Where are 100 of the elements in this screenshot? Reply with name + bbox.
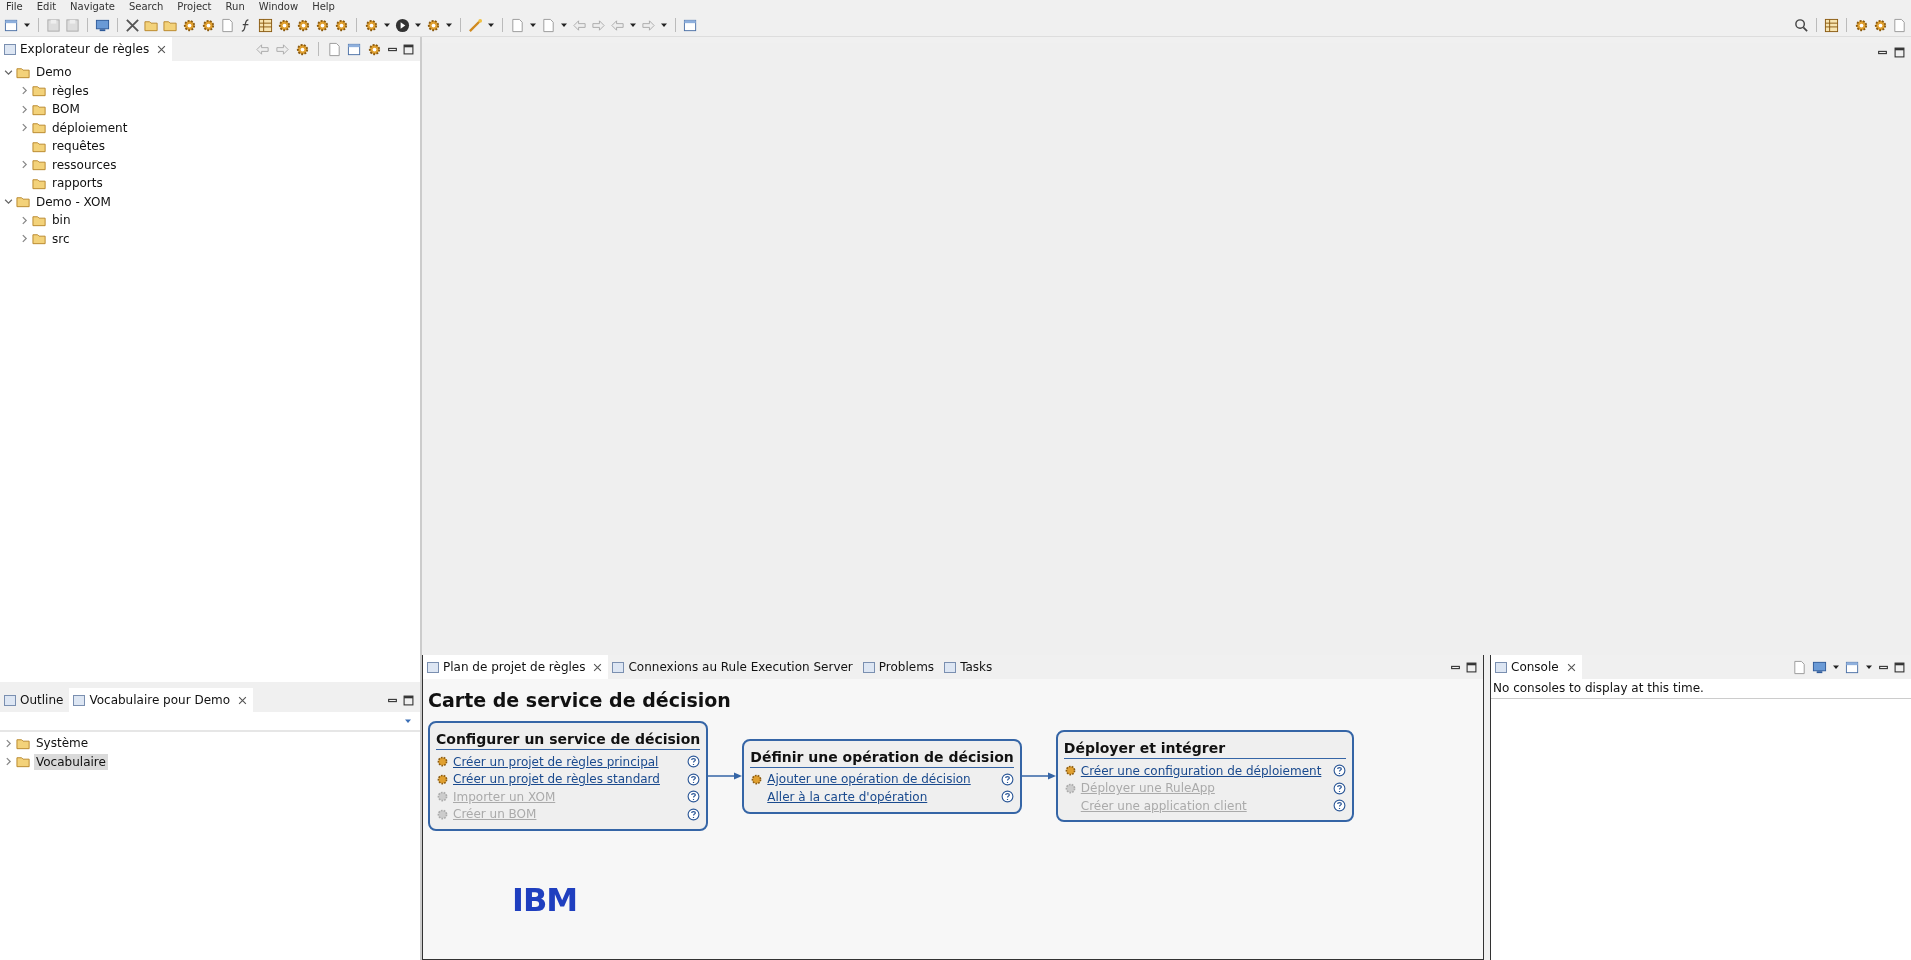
chevron-right-icon[interactable]	[20, 123, 29, 133]
caret-icon[interactable]	[383, 21, 391, 29]
tree-item[interactable]: ressources	[50, 156, 119, 173]
chevron-right-icon[interactable]	[20, 215, 29, 225]
panel-tab[interactable]: Console	[1491, 655, 1582, 679]
chevron-right-icon[interactable]	[20, 104, 29, 114]
help-icon[interactable]	[1333, 799, 1347, 812]
chevron-right-icon[interactable]	[4, 757, 13, 767]
help-icon[interactable]	[687, 772, 701, 786]
chevron-right-icon[interactable]	[20, 86, 29, 96]
help-icon[interactable]	[1333, 781, 1347, 795]
maximize-icon[interactable]	[1466, 661, 1477, 673]
gear-icon[interactable]	[1873, 17, 1888, 33]
help-icon[interactable]	[1333, 764, 1347, 777]
caret-icon[interactable]	[660, 21, 668, 29]
gear-icon[interactable]	[295, 41, 310, 57]
action-link[interactable]: Ajouter une opération de décision	[767, 772, 989, 787]
action-link[interactable]: Aller à la carte d'opération	[767, 789, 989, 804]
search-icon[interactable]	[1794, 17, 1809, 33]
maximize-icon[interactable]	[1894, 47, 1905, 58]
gear-icon[interactable]	[364, 17, 379, 33]
tree-item[interactable]: src	[50, 230, 72, 247]
help-icon[interactable]	[687, 807, 701, 821]
gear-icon[interactable]	[201, 17, 216, 33]
menu-item[interactable]: Navigate	[70, 0, 115, 14]
logo: IBM	[512, 881, 578, 919]
tree-item[interactable]: Vocabulaire	[34, 753, 108, 770]
tree-item[interactable]: bin	[50, 212, 73, 229]
chevron-right-icon[interactable]	[20, 160, 29, 170]
maximize-icon[interactable]	[1894, 661, 1905, 673]
close-icon[interactable]	[157, 44, 167, 54]
menu-item[interactable]: Help	[312, 0, 335, 14]
caret-icon[interactable]	[414, 21, 422, 29]
panel-tab[interactable]: Connexions au Rule Execution Server	[608, 655, 859, 679]
tree-item[interactable]: Demo	[34, 64, 74, 81]
window-icon[interactable]	[4, 17, 19, 33]
step-title: Configurer un service de décision	[436, 731, 701, 750]
menu-item[interactable]: Window	[258, 0, 299, 14]
gear-icon[interactable]	[1854, 17, 1869, 33]
monitor-icon[interactable]	[95, 17, 110, 33]
tree-item[interactable]: requêtes	[50, 138, 107, 155]
panel-tab[interactable]: Plan de projet de règles	[423, 655, 609, 679]
tree-item[interactable]: déploiement	[50, 119, 130, 136]
window-icon[interactable]	[683, 17, 698, 33]
caret-icon[interactable]	[560, 21, 568, 29]
panel-tab[interactable]: Vocabulaire pour Demo	[69, 688, 254, 712]
gear-icon[interactable]	[334, 17, 349, 33]
menu-item[interactable]: Search	[128, 0, 164, 14]
gear-icon[interactable]	[367, 41, 382, 57]
table-icon[interactable]	[1824, 17, 1839, 33]
caret-icon[interactable]	[1832, 663, 1840, 671]
gear-icon[interactable]	[426, 17, 441, 33]
caret-icon[interactable]	[445, 21, 453, 29]
tree-item[interactable]: BOM	[50, 101, 82, 118]
action-link[interactable]: Créer un projet de règles principal	[453, 754, 676, 769]
monitor-icon[interactable]	[1812, 659, 1827, 675]
help-icon[interactable]	[1000, 790, 1014, 804]
tree-item[interactable]: Système	[34, 735, 91, 752]
panel-tab[interactable]: Outline	[0, 688, 70, 712]
dropdown-caret-icon[interactable]	[404, 717, 412, 725]
chevron-right-icon[interactable]	[20, 234, 29, 244]
folder-icon	[32, 231, 47, 247]
panel-tab[interactable]: Tasks	[940, 655, 999, 679]
window-icon[interactable]	[347, 41, 362, 57]
play-icon[interactable]	[395, 17, 410, 33]
chevron-down-icon[interactable]	[4, 67, 13, 77]
tree-item[interactable]: règles	[50, 82, 91, 99]
menu-item[interactable]: File	[6, 0, 23, 14]
gear-icon[interactable]	[296, 17, 311, 33]
action-link[interactable]: Créer une configuration de déploiement	[1080, 763, 1322, 778]
action-link[interactable]: Créer un projet de règles standard	[453, 772, 676, 787]
caret-icon[interactable]	[629, 21, 637, 29]
tree-item[interactable]: rapports	[50, 175, 105, 192]
gear-icon[interactable]	[315, 17, 330, 33]
help-icon[interactable]	[687, 790, 701, 804]
menu-item[interactable]: Run	[225, 0, 245, 14]
window-icon[interactable]	[1845, 659, 1860, 675]
panel-tab[interactable]: Problems	[858, 655, 941, 679]
menu-item[interactable]: Project	[177, 0, 212, 14]
chevron-right-icon[interactable]	[4, 738, 13, 748]
table-icon[interactable]	[258, 17, 273, 33]
chevron-down-icon[interactable]	[4, 197, 13, 207]
caret-icon[interactable]	[487, 21, 495, 29]
help-icon[interactable]	[1000, 772, 1014, 786]
help-icon[interactable]	[687, 755, 701, 769]
caret-icon[interactable]	[529, 21, 537, 29]
close-icon[interactable]	[1566, 662, 1576, 672]
menu-item[interactable]: Edit	[36, 0, 57, 14]
tree-item[interactable]: Demo - XOM	[34, 193, 113, 210]
gear-icon[interactable]	[277, 17, 292, 33]
window-icon	[862, 661, 875, 673]
caret-icon[interactable]	[23, 21, 31, 29]
gear-icon[interactable]	[182, 17, 197, 33]
map-title: Carte de service de décision	[428, 689, 732, 711]
caret-icon[interactable]	[1865, 663, 1873, 671]
maximize-icon[interactable]	[403, 694, 414, 706]
close-icon[interactable]	[238, 695, 248, 705]
maximize-icon[interactable]	[403, 43, 414, 55]
close-icon[interactable]	[593, 662, 603, 672]
panel-tab[interactable]: Explorateur de règles	[0, 37, 173, 61]
